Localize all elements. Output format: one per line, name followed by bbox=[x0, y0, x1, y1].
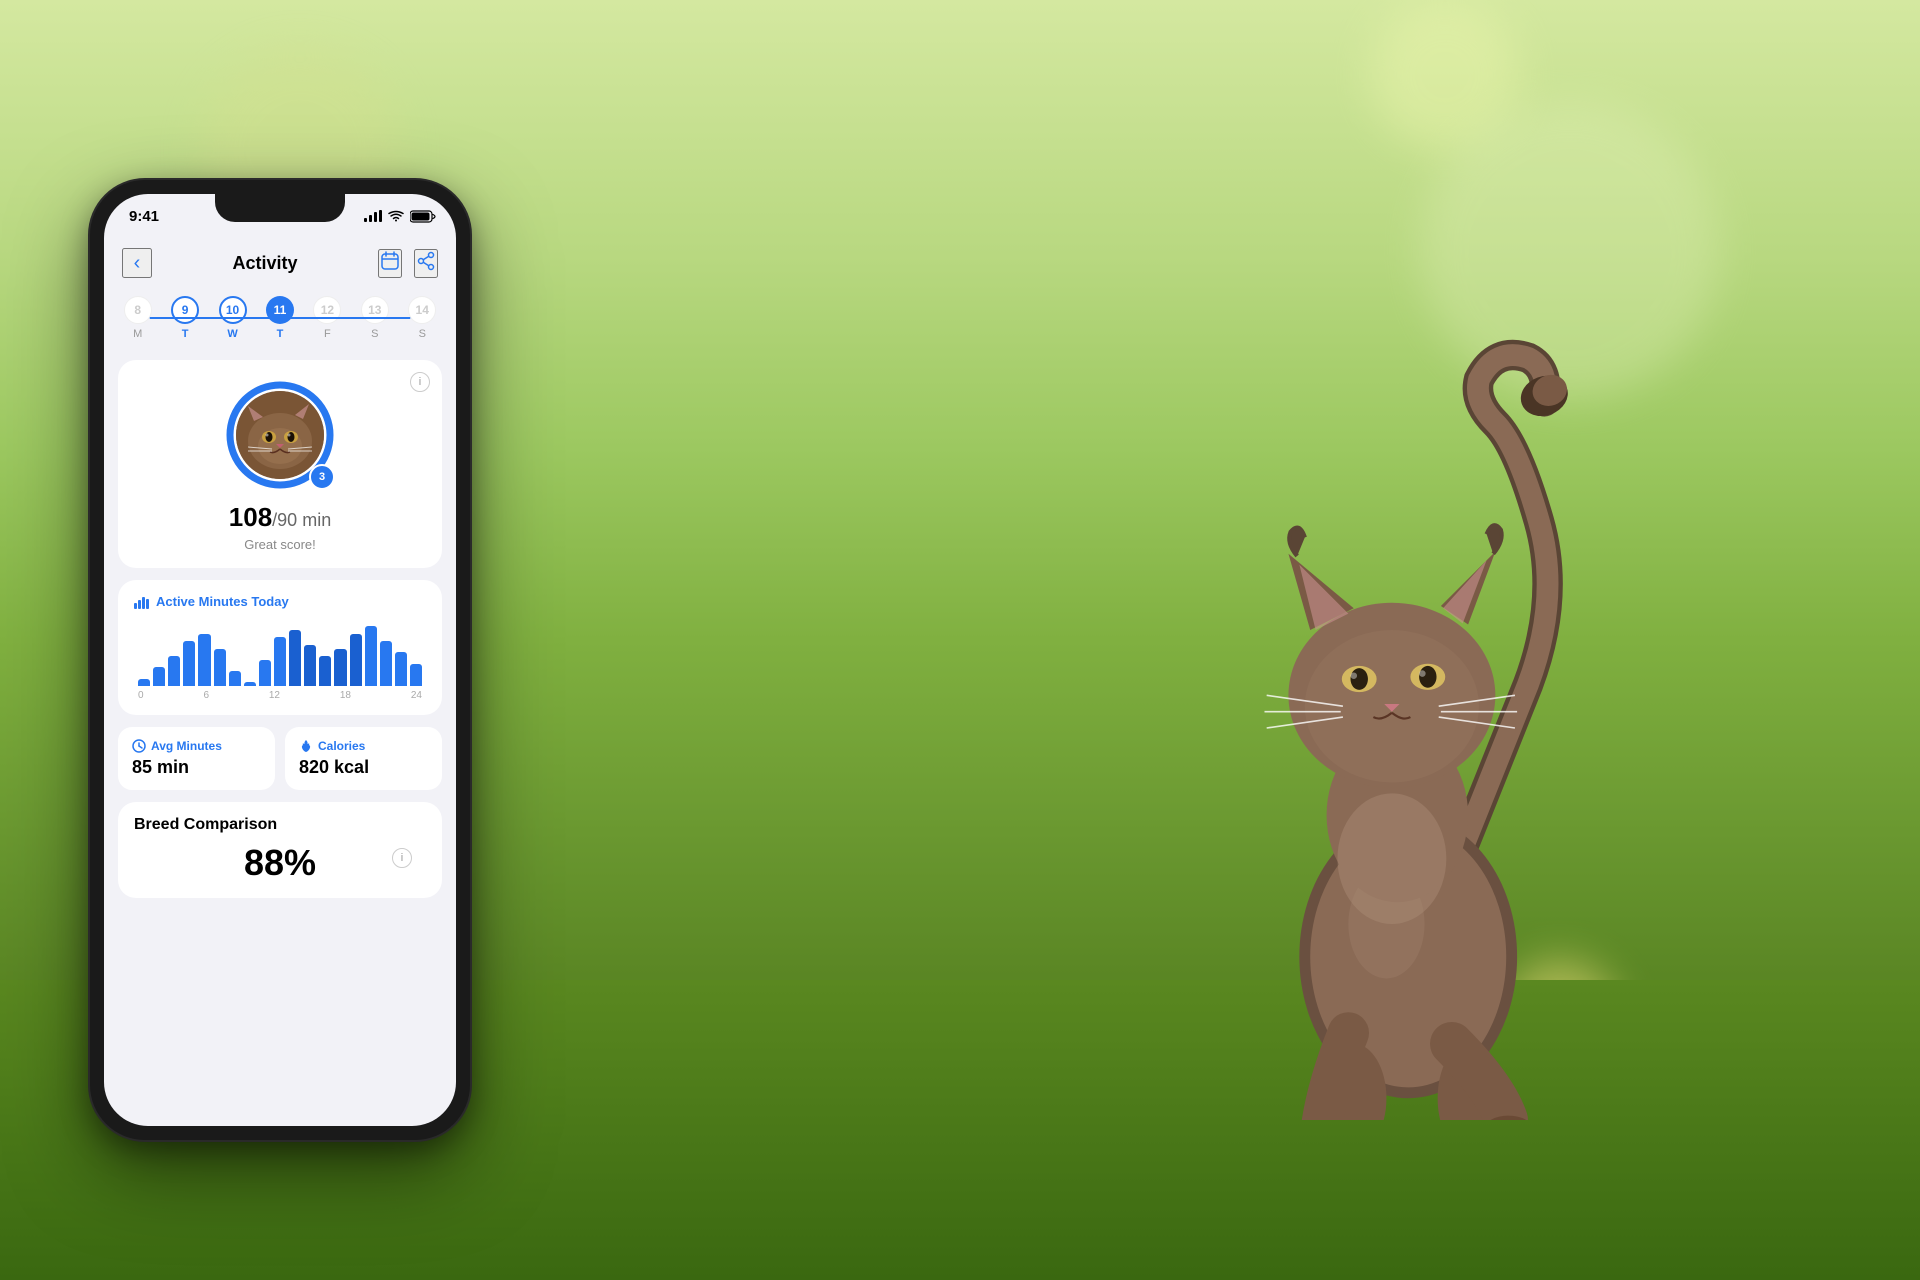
signal-icon bbox=[364, 210, 382, 222]
chart-bar-0 bbox=[138, 679, 150, 687]
score-card: i bbox=[118, 360, 442, 568]
breed-comparison-title: Breed Comparison bbox=[134, 816, 426, 834]
chart-title: Active Minutes Today bbox=[134, 594, 426, 609]
day-item-sat[interactable]: 13 S bbox=[361, 296, 389, 340]
chart-bar-9 bbox=[274, 637, 286, 686]
notch bbox=[215, 194, 345, 222]
share-icon bbox=[416, 251, 436, 271]
score-current: 108 bbox=[229, 502, 272, 532]
cat-illustration bbox=[1080, 140, 1780, 1140]
day-num-wed: 10 bbox=[219, 296, 247, 324]
header-actions bbox=[378, 249, 438, 278]
stat-title-minutes: Avg Minutes bbox=[132, 739, 261, 753]
streak-badge: 3 bbox=[309, 464, 335, 490]
pet-avatar-cat bbox=[236, 391, 324, 479]
phone-screen: 9:41 bbox=[104, 194, 456, 1126]
score-goal: /90 min bbox=[272, 510, 331, 530]
wifi-icon bbox=[388, 210, 404, 222]
chart-bar-8 bbox=[259, 660, 271, 686]
clock-icon bbox=[132, 739, 146, 753]
day-label-tue: T bbox=[182, 328, 189, 340]
chart-bar-4 bbox=[198, 634, 210, 687]
day-num-sat: 13 bbox=[361, 296, 389, 324]
week-selector[interactable]: 8 M 9 T 10 W 11 T 12 F 13 S bbox=[104, 288, 456, 348]
flame-icon bbox=[299, 739, 313, 753]
day-item-mon[interactable]: 8 M bbox=[124, 296, 152, 340]
day-label-sun: S bbox=[419, 328, 426, 340]
day-label-sat: S bbox=[371, 328, 378, 340]
chart-bar-14 bbox=[350, 634, 362, 687]
stat-value-calories: 820 kcal bbox=[299, 757, 428, 778]
stats-row: Avg Minutes 85 min Calories 820 kcal bbox=[118, 727, 442, 790]
chart-bar-13 bbox=[334, 649, 346, 687]
status-icons bbox=[364, 210, 436, 223]
pet-avatar-container: 3 bbox=[134, 380, 426, 490]
chart-bar-16 bbox=[380, 641, 392, 686]
page-title: Activity bbox=[232, 253, 297, 274]
bar-chart-icon bbox=[134, 595, 150, 609]
chart-bar-15 bbox=[365, 626, 377, 686]
share-button[interactable] bbox=[414, 249, 438, 278]
chart-bar-6 bbox=[229, 671, 241, 686]
day-item-fri[interactable]: 12 F bbox=[313, 296, 341, 340]
bars-container bbox=[134, 621, 426, 686]
calendar-button[interactable] bbox=[378, 249, 402, 278]
chart-bar-7 bbox=[244, 682, 256, 686]
chart-bar-11 bbox=[304, 645, 316, 686]
day-label-thu: T bbox=[277, 328, 284, 340]
stat-card-calories: Calories 820 kcal bbox=[285, 727, 442, 790]
breed-comparison-percentage: 88% bbox=[134, 842, 426, 884]
day-num-sun: 14 bbox=[408, 296, 436, 324]
chart-bar-10 bbox=[289, 630, 301, 686]
chart-bar-18 bbox=[410, 664, 422, 687]
day-num-fri: 12 bbox=[313, 296, 341, 324]
day-label-wed: W bbox=[227, 328, 237, 340]
breed-comparison-card: Breed Comparison 88% i bbox=[118, 802, 442, 898]
score-label: Great score! bbox=[134, 537, 426, 552]
chart-bar-17 bbox=[395, 652, 407, 686]
status-time: 9:41 bbox=[129, 208, 159, 225]
app-header: ‹ Activity bbox=[104, 238, 456, 288]
pet-avatar-image bbox=[236, 391, 324, 479]
day-num-mon: 8 bbox=[124, 296, 152, 324]
score-value: 108/90 min bbox=[134, 502, 426, 533]
day-item-thu[interactable]: 11 T bbox=[266, 296, 294, 340]
breed-info-icon[interactable]: i bbox=[392, 848, 412, 868]
stat-title-calories: Calories bbox=[299, 739, 428, 753]
day-num-thu: 11 bbox=[266, 296, 294, 324]
stat-value-minutes: 85 min bbox=[132, 757, 261, 778]
chart-bar-2 bbox=[168, 656, 180, 686]
activity-chart-card: Active Minutes Today 0 6 12 18 24 bbox=[118, 580, 442, 715]
chart-area: 0 6 12 18 24 bbox=[134, 621, 426, 701]
day-label-mon: M bbox=[133, 328, 142, 340]
back-button[interactable]: ‹ bbox=[122, 248, 152, 278]
chart-bar-12 bbox=[319, 656, 331, 686]
chart-bar-1 bbox=[153, 667, 165, 686]
day-item-sun[interactable]: 14 S bbox=[408, 296, 436, 340]
chart-bar-5 bbox=[214, 649, 226, 687]
day-item-wed[interactable]: 10 W bbox=[219, 296, 247, 340]
chart-bar-3 bbox=[183, 641, 195, 686]
phone-device: 9:41 bbox=[90, 180, 470, 1140]
stat-card-minutes: Avg Minutes 85 min bbox=[118, 727, 275, 790]
calendar-icon bbox=[380, 251, 400, 271]
day-num-tue: 9 bbox=[171, 296, 199, 324]
day-item-tue[interactable]: 9 T bbox=[171, 296, 199, 340]
x-axis: 0 6 12 18 24 bbox=[134, 686, 426, 701]
avatar-ring: 3 bbox=[225, 380, 335, 490]
main-content: i bbox=[104, 348, 456, 1126]
battery-icon bbox=[410, 210, 436, 223]
day-label-fri: F bbox=[324, 328, 331, 340]
